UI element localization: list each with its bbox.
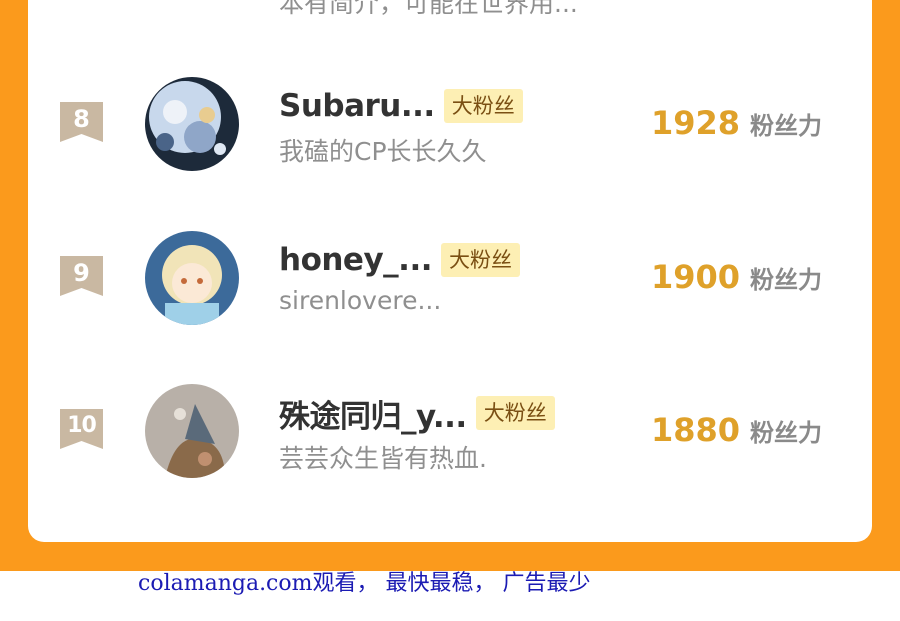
fan-level-badge: 大粉丝 [475,396,555,430]
fan-power-score: 1900 [650,258,740,296]
fan-power-label: 粉丝力 [750,419,822,447]
leaderboard-row[interactable]: 9 honey_... 大粉丝 sirenlovere... 1900 粉丝力 [28,231,872,356]
fan-power-label: 粉丝力 [750,266,822,294]
user-description: 芸芸众生皆有热血. [279,444,487,473]
site-watermark: colamanga.com观看， 最快最稳， 广告最少 [138,571,591,596]
user-name[interactable]: 殊途同归_y... [279,391,467,436]
fan-power-label: 粉丝力 [750,112,822,140]
rank-ribbon-badge: 10 [60,409,103,449]
fan-power-score: 1928 [650,104,740,142]
user-description: 本有简介，可能在世界用... [279,0,578,18]
leaderboard-row[interactable]: 8 Subaru... 大粉丝 我磕的CP长长久久 1928 粉丝力 [28,77,872,202]
leaderboard-row-7-partial[interactable]: 本有简介，可能在世界用... [28,0,872,22]
fan-level-badge: 大粉丝 [441,243,520,277]
rank-ribbon-badge: 9 [60,256,103,296]
user-description: 我磕的CP长长久久 [279,137,487,166]
user-description: sirenlovere... [279,286,442,315]
user-avatar[interactable] [145,384,239,478]
leaderboard-row[interactable]: 10 殊途同归_y... 大粉丝 芸芸众生皆有热血. 1880 粉丝力 [28,384,872,509]
user-name[interactable]: Subaru... [279,88,435,124]
rank-ribbon-badge: 8 [60,102,103,142]
fan-power-score: 1880 [650,411,740,449]
orange-frame: 本有简介，可能在世界用... 8 Subaru... 大粉丝 我磕的CP长长久久… [0,0,900,571]
user-avatar[interactable] [145,231,239,325]
user-avatar[interactable] [145,77,239,171]
leaderboard-card: 本有简介，可能在世界用... 8 Subaru... 大粉丝 我磕的CP长长久久… [28,0,872,542]
user-name[interactable]: honey_... [279,242,433,278]
fan-level-badge: 大粉丝 [443,89,523,123]
